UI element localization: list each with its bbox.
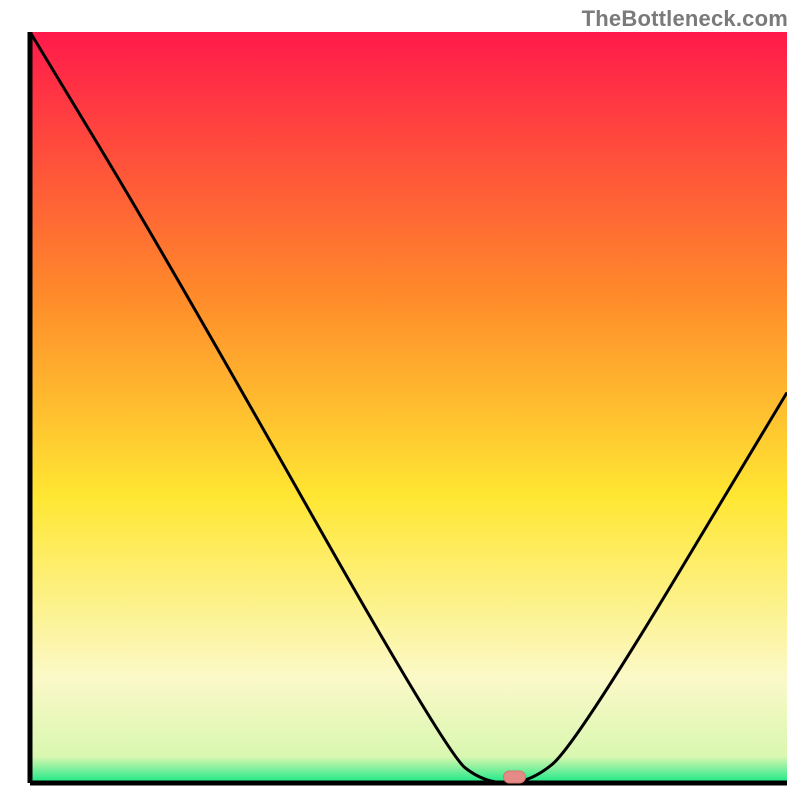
optimum-marker <box>503 771 525 783</box>
bottleneck-chart <box>0 0 800 800</box>
chart-container: { "attribution": "TheBottleneck.com", "c… <box>0 0 800 800</box>
plot-background <box>30 32 787 783</box>
